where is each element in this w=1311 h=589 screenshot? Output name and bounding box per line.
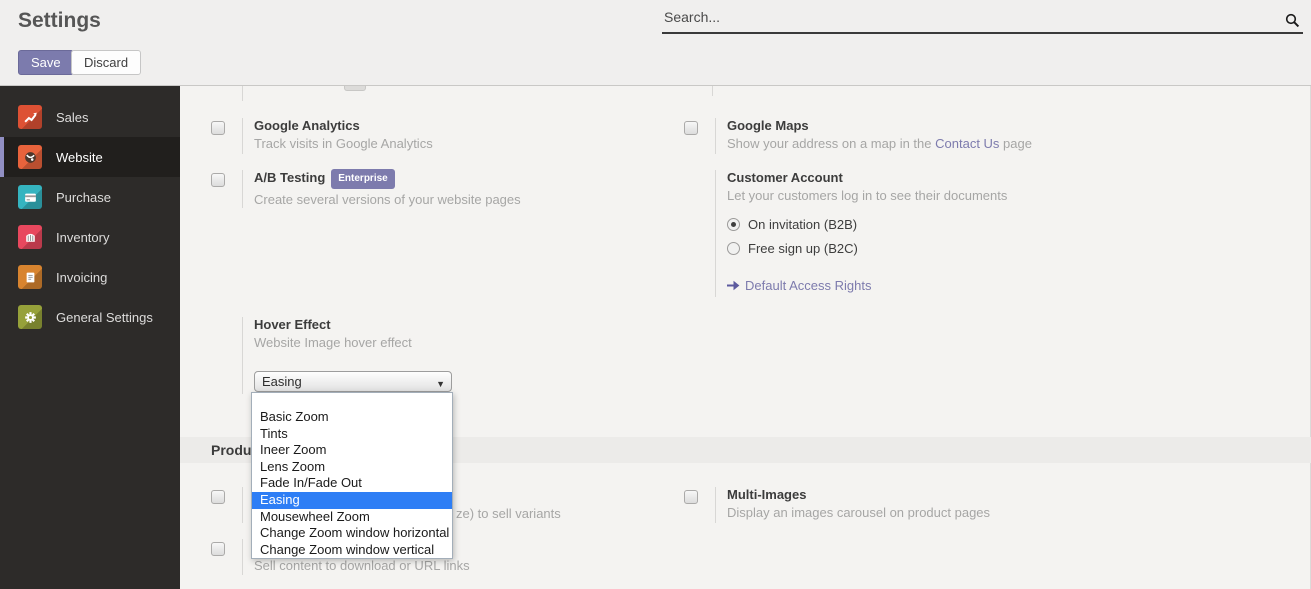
sidebar-item-general-settings[interactable]: General Settings [0, 297, 180, 337]
setting-title: A/B TestingEnterprise [254, 170, 641, 190]
sidebar-item-invoicing[interactable]: Invoicing [0, 257, 180, 297]
google-analytics-checkbox[interactable] [211, 121, 225, 135]
dropdown-option[interactable]: Change Zoom window vertical [252, 542, 452, 559]
sidebar-item-label: Inventory [56, 230, 109, 245]
setting-row-google-maps: Google Maps Show your address on a map i… [684, 118, 1244, 154]
scrolled-row-divider-remnant [712, 86, 713, 96]
radio-button-selected[interactable] [727, 218, 740, 231]
header: Settings Save Discard [0, 0, 1311, 86]
dropdown-option[interactable]: Lens Zoom [252, 459, 452, 476]
gear-icon [18, 305, 42, 329]
dropdown-option[interactable]: Tints [252, 426, 452, 443]
setting-desc: Website Image hover effect [254, 335, 641, 351]
scrolled-element-remnant [344, 86, 366, 91]
arrow-right-icon [727, 280, 740, 291]
multi-images-checkbox[interactable] [684, 490, 698, 504]
sidebar-item-label: Sales [56, 110, 89, 125]
sidebar: Sales Website Purchase [0, 86, 180, 589]
setting-row-customer-account: Customer Account Let your customers log … [684, 170, 1244, 297]
setting-title: Multi-Images [727, 487, 1244, 503]
setting-row-multi-images: Multi-Images Display an images carousel … [684, 487, 1244, 523]
setting-desc: Display an images carousel on product pa… [727, 505, 1244, 521]
radio-on-invitation-b2b[interactable]: On invitation (B2B) [727, 217, 1244, 232]
default-access-rights-link[interactable]: Default Access Rights [745, 278, 871, 293]
setting-row-google-analytics: Google Analytics Track visits in Google … [211, 118, 641, 154]
setting-title: Hover Effect [254, 317, 641, 333]
inventory-building-icon [18, 225, 42, 249]
setting-desc: Let your customers log in to see their d… [727, 188, 1244, 204]
setting-title: Customer Account [727, 170, 1244, 186]
setting-desc: Show your address on a map in the Contac… [727, 136, 1244, 152]
scrolled-row-divider-remnant [242, 86, 243, 101]
settings-app: Settings Save Discard Sales [0, 0, 1311, 589]
sidebar-item-label: Purchase [56, 190, 111, 205]
setting-row-hover-effect: Hover Effect Website Image hover effect … [211, 317, 641, 394]
setting-row-ab-testing: A/B TestingEnterprise Create several ver… [211, 170, 641, 208]
discard-button[interactable]: Discard [71, 50, 141, 75]
digital-content-checkbox[interactable] [211, 542, 225, 556]
purchase-card-icon [18, 185, 42, 209]
dropdown-option[interactable]: Fade In/Fade Out [252, 475, 452, 492]
dropdown-option[interactable]: Basic Zoom [252, 409, 452, 426]
contact-us-link[interactable]: Contact Us [935, 136, 999, 151]
page-title: Settings [18, 9, 101, 33]
sidebar-item-inventory[interactable]: Inventory [0, 217, 180, 257]
sidebar-item-label: Invoicing [56, 270, 107, 285]
search-bar [662, 5, 1303, 34]
dropdown-option[interactable]: Mousewheel Zoom [252, 509, 452, 526]
sidebar-item-sales[interactable]: Sales [0, 97, 180, 137]
setting-title: Google Analytics [254, 118, 641, 134]
invoicing-document-icon [18, 265, 42, 289]
setting-desc: Sell content to download or URL links [254, 558, 641, 574]
select-value: Easing [262, 374, 302, 389]
setting-title: Google Maps [727, 118, 1244, 134]
sidebar-item-website[interactable]: Website [0, 137, 180, 177]
variants-checkbox[interactable] [211, 490, 225, 504]
sidebar-item-label: Website [56, 150, 103, 165]
sidebar-item-label: General Settings [56, 310, 153, 325]
sidebar-item-purchase[interactable]: Purchase [0, 177, 180, 217]
hover-effect-select[interactable]: Easing ▼ [254, 371, 452, 392]
enterprise-badge: Enterprise [331, 169, 394, 189]
setting-desc: Create several versions of your website … [254, 192, 641, 208]
ab-testing-checkbox[interactable] [211, 173, 225, 187]
save-button[interactable]: Save [18, 50, 74, 75]
radio-free-sign-up-b2c[interactable]: Free sign up (B2C) [727, 241, 1244, 256]
setting-desc-fragment: ze) to sell variants [456, 506, 561, 521]
google-maps-checkbox[interactable] [684, 121, 698, 135]
sales-chart-icon [18, 105, 42, 129]
settings-content: Google Analytics Track visits in Google … [180, 86, 1311, 589]
setting-desc: Track visits in Google Analytics [254, 136, 641, 152]
hover-effect-dropdown-list: Basic ZoomTintsIneer ZoomLens ZoomFade I… [251, 392, 453, 559]
default-access-rights-row[interactable]: Default Access Rights [727, 278, 1244, 293]
radio-button[interactable] [727, 242, 740, 255]
dropdown-option[interactable]: Ineer Zoom [252, 442, 452, 459]
search-input[interactable] [662, 5, 1303, 34]
magnifier-icon[interactable] [1285, 13, 1300, 28]
dropdown-option[interactable]: Change Zoom window horizontal [252, 525, 452, 542]
dropdown-option[interactable]: Easing [252, 492, 452, 509]
website-globe-icon [18, 145, 42, 169]
